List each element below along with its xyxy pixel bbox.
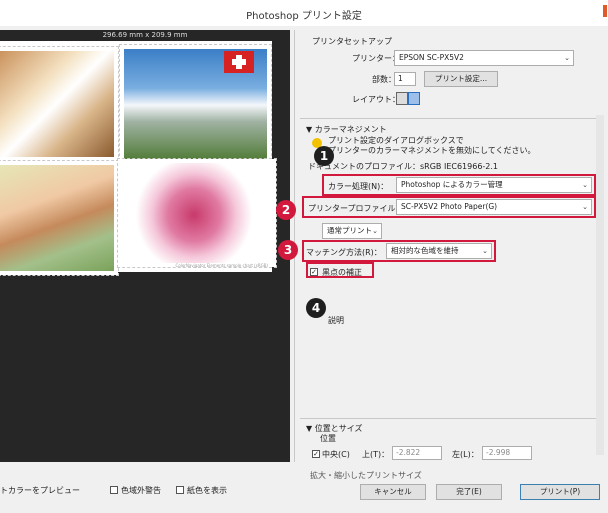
position-label: 位置 bbox=[320, 434, 336, 443]
step-badge-2: 2 bbox=[276, 200, 296, 220]
paper-preview: ColorNavigator Elements sample chart (sR… bbox=[0, 41, 277, 276]
title-bar: Photoshop プリント設定 bbox=[0, 0, 608, 26]
position-size-group: ▼ 位置とサイズ 位置 ✓ 中央(C) 上(T)： -2.822 左(L)： -… bbox=[300, 418, 602, 463]
chevron-down-icon: ⌄ bbox=[372, 227, 378, 235]
chevron-down-icon: ⌄ bbox=[564, 54, 570, 62]
portrait-layout-icon[interactable] bbox=[396, 92, 408, 105]
printer-label: プリンター： bbox=[352, 54, 400, 63]
paper-white-checkbox[interactable] bbox=[176, 486, 184, 494]
step-badge-3: 3 bbox=[278, 240, 298, 260]
sample-chart-caption: ColorNavigator Elements sample chart (sR… bbox=[175, 263, 268, 268]
step-badge-4: 4 bbox=[306, 298, 326, 318]
copies-label: 部数： bbox=[372, 75, 396, 84]
printer-setup-heading: プリンタセットアップ bbox=[312, 37, 392, 46]
left-input[interactable]: -2.998 bbox=[482, 446, 532, 460]
scaled-size-label: 拡大・縮小したプリントサイズ bbox=[310, 471, 422, 480]
photo-flower bbox=[117, 158, 277, 268]
highlight-matching-method bbox=[302, 240, 496, 262]
paper-size-label: 296.69 mm x 209.9 mm bbox=[102, 31, 188, 39]
photo-food bbox=[0, 46, 119, 162]
highlight-printer-profile bbox=[302, 196, 596, 218]
swiss-flag-icon bbox=[224, 51, 254, 73]
photo-children bbox=[0, 160, 119, 276]
copies-input[interactable]: 1 bbox=[394, 72, 416, 86]
window-title: Photoshop プリント設定 bbox=[246, 11, 362, 22]
highlight-color-handling bbox=[322, 174, 596, 196]
close-icon[interactable] bbox=[603, 5, 607, 17]
center-label: 中央(C) bbox=[322, 450, 350, 459]
printer-select[interactable]: EPSON SC-PX5V2 ⌄ bbox=[394, 50, 574, 66]
highlight-black-point bbox=[306, 262, 374, 278]
preview-match-label: トカラーをプレビュー bbox=[0, 486, 80, 495]
done-button[interactable]: 完了(E) bbox=[436, 484, 502, 500]
paper-white-label: 紙色を表示 bbox=[187, 486, 227, 495]
top-input[interactable]: -2.822 bbox=[392, 446, 442, 460]
center-checkbox[interactable]: ✓ bbox=[312, 450, 320, 458]
left-label: 左(L)： bbox=[452, 450, 479, 459]
note-line-2: プリンターのカラーマネジメントを無効にしてください。 bbox=[328, 146, 536, 155]
print-preview: 296.69 mm x 209.9 mm ColorNavigator Elem… bbox=[0, 30, 290, 462]
color-management-heading[interactable]: ▼ カラーマネジメント bbox=[306, 124, 387, 135]
landscape-layout-icon[interactable] bbox=[408, 92, 420, 105]
gamut-warning-label: 色域外警告 bbox=[121, 486, 161, 495]
document-profile: ドキュメントのプロファイル：sRGB IEC61966-2.1 bbox=[308, 162, 499, 171]
print-mode-select[interactable]: 通常プリント ⌄ bbox=[322, 223, 382, 239]
footer-bar: 拡大・縮小したプリントサイズ トカラーをプレビュー 色域外警告 紙色を表示 キャ… bbox=[0, 462, 608, 513]
gamut-warning-checkbox[interactable] bbox=[110, 486, 118, 494]
cancel-button[interactable]: キャンセル bbox=[360, 484, 426, 500]
printer-setup-group: プリンタセットアップ プリンター： EPSON SC-PX5V2 ⌄ 部数： 1 … bbox=[300, 36, 602, 106]
step-badge-1: 1 bbox=[314, 146, 334, 166]
print-button[interactable]: プリント(P) bbox=[520, 484, 600, 500]
layout-label: レイアウト： bbox=[352, 95, 400, 104]
print-settings-button[interactable]: プリント設定... bbox=[424, 71, 498, 87]
top-label: 上(T)： bbox=[362, 450, 390, 459]
description-label: 説明 bbox=[328, 316, 344, 325]
scrollbar[interactable] bbox=[596, 115, 604, 455]
